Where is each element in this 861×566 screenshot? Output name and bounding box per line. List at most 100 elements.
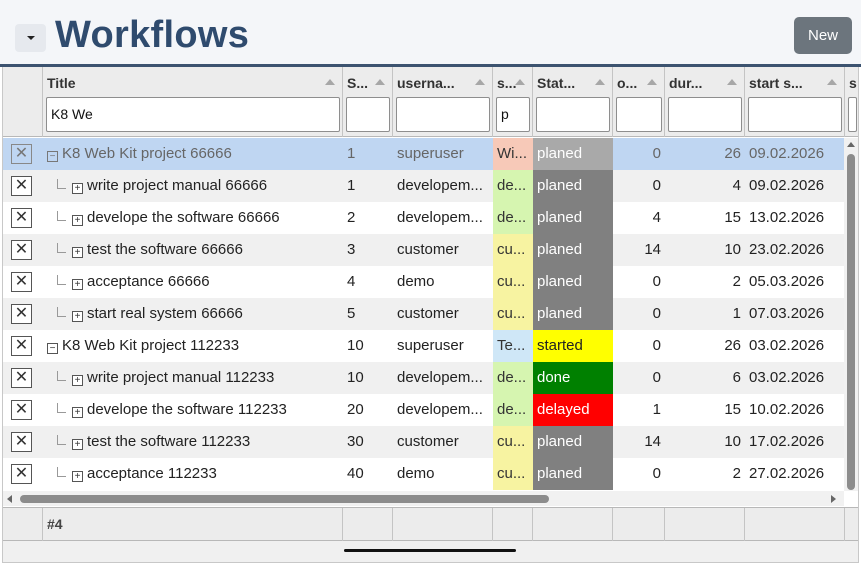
delete-row-icon[interactable]: ✕: [11, 464, 32, 484]
filter-input-title[interactable]: K8 We: [46, 97, 340, 132]
filter-input-duration[interactable]: [668, 97, 742, 132]
table-row[interactable]: ✕ + acceptance 66666 4 demo cu... planed 0 2 05.0…: [3, 266, 858, 298]
cell-username: demo: [397, 465, 435, 482]
filter-input-status[interactable]: [536, 97, 610, 132]
sort-arrow-icon[interactable]: [595, 79, 605, 85]
cell-s: Wi...: [493, 138, 533, 170]
delete-row-icon[interactable]: ✕: [11, 272, 32, 292]
sort-arrow-icon[interactable]: [727, 79, 737, 85]
cell-s: cu...: [493, 266, 533, 298]
filter-input-more[interactable]: [848, 97, 857, 132]
tree-connector-icon: [57, 403, 66, 413]
sort-arrow-icon[interactable]: [375, 79, 385, 85]
column-header-del[interactable]: [3, 67, 43, 137]
cell-title: + develope the software 112233: [43, 394, 343, 426]
expand-node-icon[interactable]: +: [72, 471, 83, 482]
cell-username: developem...: [397, 401, 483, 418]
cell-duration: 6: [732, 369, 741, 386]
cell-o: 0: [652, 337, 661, 354]
column-header-duration[interactable]: dur...: [665, 67, 745, 137]
table-row[interactable]: ✕ + develope the software 112233 20 develope…: [3, 394, 858, 426]
column-header-title[interactable]: Title K8 We: [43, 67, 343, 137]
horizontal-scrollbar[interactable]: [3, 491, 844, 506]
vertical-scroll-thumb[interactable]: [847, 154, 855, 490]
cell-duration: 2: [732, 273, 741, 290]
filter-input-seq[interactable]: [346, 97, 390, 132]
resize-handle[interactable]: [344, 549, 516, 552]
column-title: Stat...: [537, 75, 576, 91]
column-header-s[interactable]: s... p: [493, 67, 533, 137]
column-header-more[interactable]: s: [845, 67, 858, 137]
cell-seq: 5: [347, 305, 356, 322]
cell-seq: 2: [347, 209, 356, 226]
expand-node-icon[interactable]: +: [72, 311, 83, 322]
expand-node-icon[interactable]: +: [72, 439, 83, 450]
vertical-scrollbar[interactable]: [844, 138, 858, 491]
expand-node-icon[interactable]: +: [72, 215, 83, 226]
collapse-node-icon[interactable]: −: [47, 151, 58, 162]
column-header-username[interactable]: userna...: [393, 67, 493, 137]
delete-row-icon[interactable]: ✕: [11, 432, 32, 452]
table-row[interactable]: ✕ + test the software 66666 3 customer cu... p…: [3, 234, 858, 266]
expand-node-icon[interactable]: +: [72, 375, 83, 386]
cell-duration: 1: [732, 305, 741, 322]
collapse-node-icon[interactable]: −: [47, 343, 58, 354]
table-row[interactable]: ✕ − K8 Web Kit project 112233 10 superuser Te…: [3, 330, 858, 362]
delete-row-icon[interactable]: ✕: [11, 208, 32, 228]
table-row[interactable]: ✕ + write project manual 66666 1 developem..…: [3, 170, 858, 202]
footer-cell-username: [393, 508, 493, 541]
expand-node-icon[interactable]: +: [72, 279, 83, 290]
filter-input-start[interactable]: [748, 97, 842, 132]
cell-status: planed: [533, 202, 613, 234]
sort-arrow-icon[interactable]: [475, 79, 485, 85]
delete-row-icon[interactable]: ✕: [11, 144, 32, 164]
expand-node-icon[interactable]: +: [72, 247, 83, 258]
filter-input-s[interactable]: p: [496, 97, 530, 132]
expand-node-icon[interactable]: +: [72, 407, 83, 418]
page-header: Workflows New: [0, 0, 861, 64]
scroll-right-icon[interactable]: [831, 495, 836, 503]
row-title: K8 Web Kit project 66666: [62, 145, 232, 162]
cell-start: 23.02.2026: [749, 241, 825, 258]
table-row[interactable]: ✕ − K8 Web Kit project 66666 1 superuser Wi..…: [3, 138, 858, 170]
scroll-left-icon[interactable]: [7, 495, 12, 503]
sort-arrow-icon[interactable]: [325, 79, 335, 85]
cell-start: 10.02.2026: [749, 401, 825, 418]
delete-row-icon[interactable]: ✕: [11, 368, 32, 388]
delete-row-icon[interactable]: ✕: [11, 240, 32, 260]
table-row[interactable]: ✕ + start real system 66666 5 customer cu... p…: [3, 298, 858, 330]
table-row[interactable]: ✕ + write project manual 112233 10 developem…: [3, 362, 858, 394]
cell-seq: 10: [347, 369, 364, 386]
collapse-button[interactable]: [15, 24, 46, 52]
cell-seq: 10: [347, 337, 364, 354]
filter-input-username[interactable]: [396, 97, 490, 132]
cell-o: 0: [652, 145, 661, 162]
filter-input-o[interactable]: [616, 97, 662, 132]
column-header-start[interactable]: start s...: [745, 67, 845, 137]
cell-seq: 30: [347, 433, 364, 450]
cell-duration: 2: [732, 465, 741, 482]
delete-row-icon[interactable]: ✕: [11, 400, 32, 420]
delete-row-icon[interactable]: ✕: [11, 176, 32, 196]
column-header-status[interactable]: Stat...: [533, 67, 613, 137]
sort-arrow-icon[interactable]: [827, 79, 837, 85]
cell-o: 4: [652, 209, 661, 226]
horizontal-scroll-thumb[interactable]: [20, 495, 549, 503]
grid-footer: #4: [3, 507, 858, 541]
expand-node-icon[interactable]: +: [72, 183, 83, 194]
new-button[interactable]: New: [794, 17, 852, 54]
column-header-seq[interactable]: S...: [343, 67, 393, 137]
delete-row-icon[interactable]: ✕: [11, 304, 32, 324]
cell-title: + develope the software 66666: [43, 202, 343, 234]
column-header-o[interactable]: o...: [613, 67, 665, 137]
sort-arrow-icon[interactable]: [515, 79, 525, 85]
delete-row-icon[interactable]: ✕: [11, 336, 32, 356]
table-row[interactable]: ✕ + acceptance 112233 40 demo cu... planed 0 2 27…: [3, 458, 858, 490]
workflow-grid: Title K8 We S... userna... s... p Stat... o... d…: [2, 67, 859, 563]
cell-status: started: [533, 330, 613, 362]
table-row[interactable]: ✕ + test the software 112233 30 customer cu..…: [3, 426, 858, 458]
sort-arrow-icon[interactable]: [647, 79, 657, 85]
row-title: write project manual 112233: [87, 369, 275, 386]
table-row[interactable]: ✕ + develope the software 66666 2 developem.…: [3, 202, 858, 234]
scroll-up-icon[interactable]: [847, 142, 855, 147]
